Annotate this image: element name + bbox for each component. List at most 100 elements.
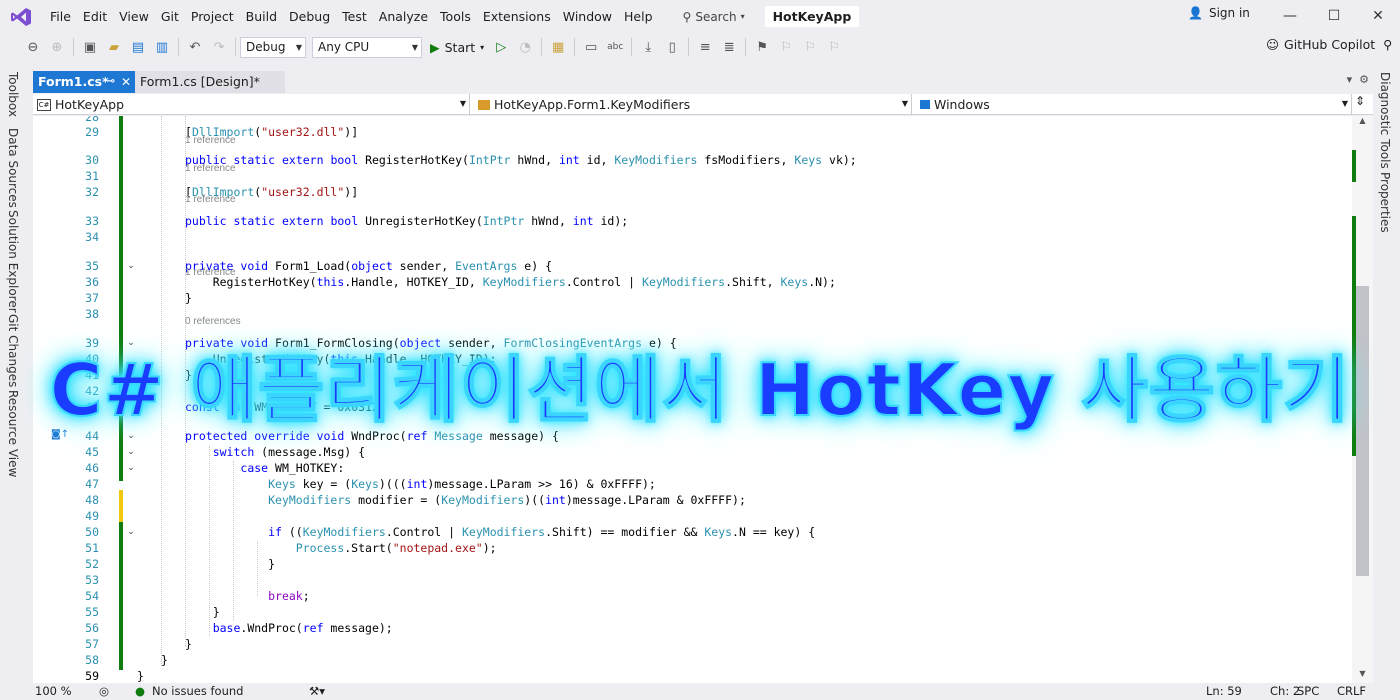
menu-edit[interactable]: Edit xyxy=(77,6,113,28)
step-icon[interactable]: ⤓ xyxy=(637,36,659,58)
menu-window[interactable]: Window xyxy=(557,6,618,28)
code-editor[interactable]: ◙↑ 28 29 [DllImport("user32.dll")] 30 public… xyxy=(33,116,1352,683)
clear-bookmarks-icon[interactable]: ⚐ xyxy=(823,36,845,58)
scroll-thumb[interactable] xyxy=(1356,286,1369,576)
properties-tab[interactable]: Properties xyxy=(1378,172,1392,233)
maximize-button[interactable]: ☐ xyxy=(1324,6,1344,26)
code-line[interactable]: 48 KeyModifiers modifier = (KeyModifiers… xyxy=(33,492,1352,508)
fold-chevron-icon[interactable]: ⌄ xyxy=(125,444,137,460)
start-without-debugging-icon[interactable]: ▷ xyxy=(490,36,512,58)
git-changes-tab[interactable]: Git Changes xyxy=(6,314,20,387)
bookmark-icon[interactable]: ⚑ xyxy=(751,36,773,58)
fold-chevron-icon[interactable]: ⌄ xyxy=(125,335,137,351)
undo-icon[interactable]: ↶ xyxy=(184,36,206,58)
scroll-down-icon[interactable]: ▼ xyxy=(1352,669,1373,683)
tab-overflow-controls[interactable]: ▾ ⚙ xyxy=(1347,73,1369,86)
layout-icon[interactable]: ▭ xyxy=(580,36,602,58)
zoom-level[interactable]: 100 % xyxy=(35,683,72,700)
type-dropdown[interactable]: HotKeyApp.Form1.KeyModifiers ▼ xyxy=(474,94,912,115)
code-line[interactable]: 39 ⌄ private void Form1_FormClosing(object… xyxy=(33,335,1352,351)
menu-debug[interactable]: Debug xyxy=(283,6,336,28)
hot-reload-icon[interactable]: ◔ xyxy=(514,36,536,58)
project-dropdown[interactable]: C# HotKeyApp ▼ xyxy=(33,94,470,115)
fold-chevron-icon[interactable]: ⌄ xyxy=(125,428,137,444)
tab-form1-cs[interactable]: Form1.cs* ⊸ ✕ xyxy=(33,71,135,93)
code-line[interactable]: 33 public static extern bool UnregisterHo… xyxy=(33,213,1352,229)
codelens-references[interactable]: 1 reference xyxy=(185,267,236,278)
code-line[interactable]: 46 ⌄ case WM_HOTKEY: xyxy=(33,460,1352,476)
solution-explorer-tab[interactable]: Solution Explorer xyxy=(6,210,20,313)
vertical-scrollbar[interactable]: ▲ ▼ xyxy=(1352,116,1373,683)
code-line[interactable]: 56 base.WndProc(ref message); xyxy=(33,620,1352,636)
intellicode-icon[interactable]: ◎ xyxy=(99,683,109,700)
uncomment-icon[interactable]: ≣ xyxy=(718,36,740,58)
feedback-icon[interactable]: ⚲ xyxy=(1383,37,1392,52)
close-icon[interactable]: ✕ xyxy=(121,71,131,93)
toolbox-tab[interactable]: Toolbox xyxy=(6,72,20,117)
search-menu[interactable]: ⚲ Search ▾ xyxy=(673,6,751,28)
menu-view[interactable]: View xyxy=(113,6,155,28)
minimize-button[interactable]: — xyxy=(1280,6,1300,26)
new-project-icon[interactable]: ▣ xyxy=(79,36,101,58)
member-dropdown[interactable]: Windows ▼ xyxy=(916,94,1352,115)
code-line[interactable]: 51 Process.Start("notepad.exe"); xyxy=(33,540,1352,556)
code-line[interactable]: 44 ⌄ protected override void WndProc(ref M… xyxy=(33,428,1352,444)
menu-project[interactable]: Project xyxy=(185,6,240,28)
tab-form1-design[interactable]: Form1.cs [Design]* xyxy=(135,71,285,93)
menu-file[interactable]: File xyxy=(44,6,77,28)
resource-view-tab[interactable]: Resource View xyxy=(6,390,20,477)
close-button[interactable]: ✕ xyxy=(1368,6,1388,26)
browse-folder-icon[interactable]: ▦ xyxy=(547,36,569,58)
code-line[interactable]: 49 xyxy=(33,508,1352,524)
solution-explorer-icon[interactable]: ▯ xyxy=(661,36,683,58)
next-bookmark-icon[interactable]: ⚐ xyxy=(799,36,821,58)
start-debugging-button[interactable]: ▶ Start ▾ xyxy=(430,40,484,55)
pin-icon[interactable]: ⊸ xyxy=(107,71,115,93)
code-line[interactable]: 43 const int WM_HOTKEY = 0x0312; xyxy=(33,399,1352,415)
codelens-references[interactable]: 1 reference xyxy=(185,135,236,146)
diagnostic-tools-tab[interactable]: Diagnostic Tools xyxy=(1378,72,1392,169)
scroll-up-icon[interactable]: ▲ xyxy=(1352,116,1373,130)
prev-bookmark-icon[interactable]: ⚐ xyxy=(775,36,797,58)
open-folder-icon[interactable]: ▰ xyxy=(103,36,125,58)
comment-icon[interactable]: ≡ xyxy=(694,36,716,58)
code-line[interactable]: 55 } xyxy=(33,604,1352,620)
issues-status[interactable]: No issues found xyxy=(152,683,243,700)
forward-icon[interactable]: ⊕ xyxy=(46,36,68,58)
code-line[interactable]: 58} xyxy=(33,652,1352,668)
code-line[interactable]: 37} xyxy=(33,290,1352,306)
code-line[interactable]: 47 Keys key = (Keys)(((int)message.LPara… xyxy=(33,476,1352,492)
solution-platform-select[interactable]: Any CPU ▼ xyxy=(312,36,422,58)
menu-tools[interactable]: Tools xyxy=(434,6,477,28)
menu-build[interactable]: Build xyxy=(240,6,283,28)
menu-analyze[interactable]: Analyze xyxy=(373,6,434,28)
spell-check-icon[interactable]: abc xyxy=(604,36,626,58)
fold-chevron-icon[interactable]: ⌄ xyxy=(125,258,137,274)
column-status[interactable]: Ch: 2 xyxy=(1270,683,1300,700)
code-line[interactable]: 50 ⌄ if ((KeyModifiers.Control | KeyModif… xyxy=(33,524,1352,540)
github-copilot-button[interactable]: ☺ GitHub Copilot ⚲ xyxy=(1266,37,1392,52)
code-line[interactable]: 59} xyxy=(33,668,1352,683)
data-sources-tab[interactable]: Data Sources xyxy=(6,128,20,208)
whitespace-mode[interactable]: SPC xyxy=(1297,683,1319,700)
code-line[interactable]: 41} xyxy=(33,367,1352,383)
split-editor-icon[interactable]: ⇕ xyxy=(1355,94,1365,108)
code-line[interactable]: 57} xyxy=(33,636,1352,652)
redo-icon[interactable]: ↷ xyxy=(208,36,230,58)
line-number-status[interactable]: Ln: 59 xyxy=(1206,683,1242,700)
sign-in-button[interactable]: 👤 Sign in xyxy=(1188,6,1250,20)
visual-studio-logo-icon[interactable] xyxy=(10,6,36,28)
code-line[interactable]: 54 break; xyxy=(33,588,1352,604)
code-line[interactable]: 45 ⌄ switch (message.Msg) { xyxy=(33,444,1352,460)
menu-help[interactable]: Help xyxy=(618,6,659,28)
solution-configuration-select[interactable]: Debug ▼ xyxy=(240,36,306,58)
line-ending-mode[interactable]: CRLF xyxy=(1337,683,1366,700)
menu-extensions[interactable]: Extensions xyxy=(477,6,557,28)
back-icon[interactable]: ⊖ xyxy=(22,36,44,58)
save-icon[interactable]: ▤ xyxy=(127,36,149,58)
code-line[interactable]: 53 xyxy=(33,572,1352,588)
codelens-references[interactable]: 0 references xyxy=(185,316,241,327)
fold-chevron-icon[interactable]: ⌄ xyxy=(125,460,137,476)
menu-test[interactable]: Test xyxy=(336,6,373,28)
codelens-references[interactable]: 1 reference xyxy=(185,163,236,174)
